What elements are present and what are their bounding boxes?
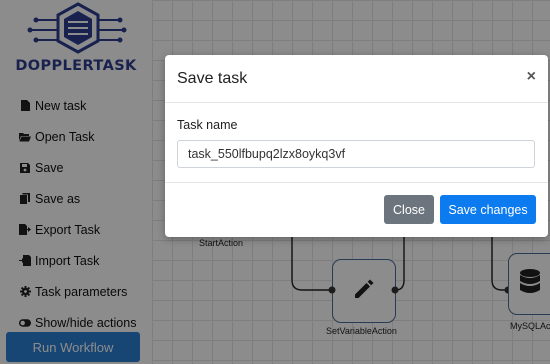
close-button[interactable]: Close [384, 195, 434, 224]
modal-header: Save task × [165, 55, 548, 103]
modal-title: Save task [177, 70, 248, 87]
save-changes-button[interactable]: Save changes [440, 195, 536, 224]
save-task-modal: Save task × Task name Close Save changes [165, 55, 548, 237]
task-name-input[interactable] [177, 140, 535, 168]
task-name-label: Task name [177, 118, 238, 132]
close-icon[interactable]: × [527, 68, 536, 86]
